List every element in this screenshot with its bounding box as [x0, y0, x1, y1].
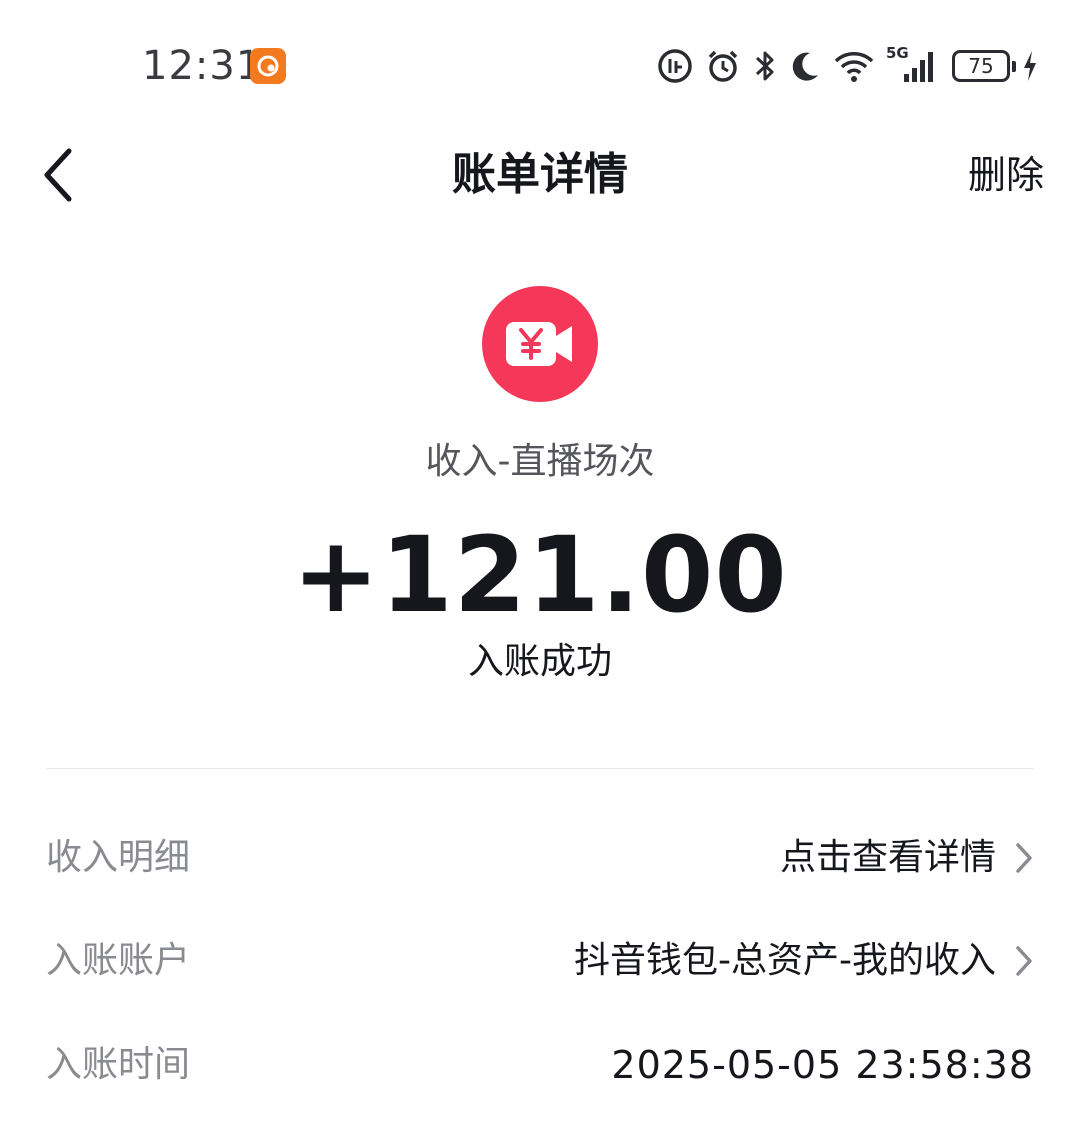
bluetooth-icon — [755, 51, 774, 81]
detail-value: 抖音钱包-总资产-我的收入 — [574, 940, 996, 981]
detail-label: 入账账户 — [46, 940, 191, 981]
detail-label: 收入明细 — [46, 837, 191, 878]
alarm-icon — [708, 50, 738, 82]
nav-bar: 账单详情 删除 — [0, 130, 1080, 220]
page-title: 账单详情 — [452, 149, 628, 200]
detail-label: 入账时间 — [46, 1044, 191, 1085]
status-icons: 5G 75 — [656, 44, 1040, 88]
yuan-video-icon — [482, 286, 598, 402]
signal-icon: 5G — [886, 44, 938, 86]
divider — [46, 768, 1034, 769]
detail-row-account[interactable]: 入账账户 抖音钱包-总资产-我的收入 — [46, 931, 1034, 991]
battery-level: 75 — [968, 54, 994, 78]
app-notification-icon — [250, 48, 286, 84]
charging-icon — [1024, 51, 1036, 81]
chevron-right-icon — [1014, 944, 1034, 978]
data-saver-icon — [658, 49, 692, 83]
status-bar: 12:31 5G 75 — [0, 0, 1080, 130]
detail-value: 2025-05-05 23:58:38 — [611, 1043, 1034, 1087]
detail-value: 点击查看详情 — [779, 837, 996, 878]
bill-category: 收入-直播场次 — [425, 441, 655, 482]
delete-button[interactable]: 删除 — [968, 150, 1044, 200]
moon-icon — [792, 52, 818, 81]
bill-status: 入账成功 — [467, 641, 612, 682]
wifi-icon — [834, 52, 874, 82]
bill-amount: +121.00 — [292, 514, 788, 636]
chevron-right-icon — [1014, 841, 1034, 875]
battery-icon: 75 — [952, 50, 1016, 82]
detail-row-time: 入账时间 2025-05-05 23:58:38 — [46, 1035, 1034, 1095]
status-time: 12:31 — [142, 43, 263, 89]
detail-row-income-details[interactable]: 收入明细 点击查看详情 — [46, 828, 1034, 888]
